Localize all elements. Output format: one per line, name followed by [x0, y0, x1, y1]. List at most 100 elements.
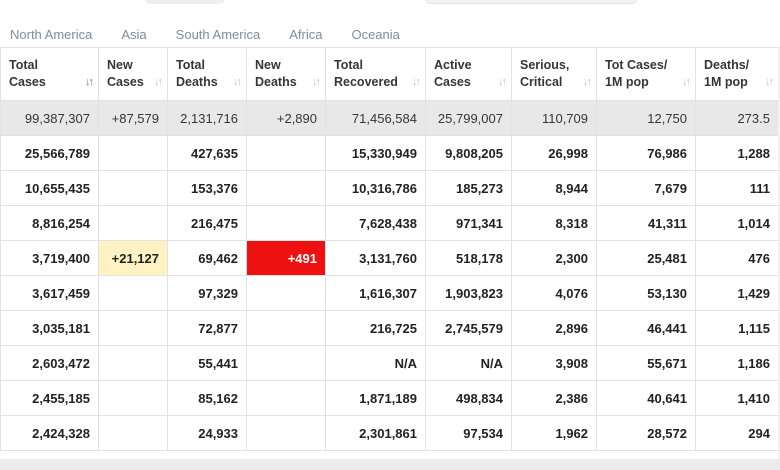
table-cell — [98, 345, 168, 381]
table-cell — [98, 205, 168, 241]
table-cell: 76,986 — [596, 135, 696, 171]
column-header[interactable]: New Deaths ↓↑ — [246, 47, 326, 101]
search-box-partial[interactable] — [425, 0, 637, 4]
table-cell: 8,944 — [511, 170, 597, 206]
table-cell: 216,725 — [325, 310, 426, 346]
sort-both-icon[interactable]: ↓↑ — [412, 74, 421, 91]
table-cell: 85,162 — [167, 380, 247, 416]
column-header-label: Active — [434, 58, 472, 72]
column-header[interactable]: Total Deaths ↓↑ — [167, 47, 247, 101]
table-cell — [246, 415, 326, 451]
table-cell: +87,579 — [98, 100, 168, 136]
table-cell: 10,316,786 — [325, 170, 426, 206]
column-header-label: Deaths/ — [704, 58, 750, 72]
table-cell — [98, 170, 168, 206]
sort-both-icon[interactable]: ↓↑ — [154, 74, 163, 91]
tab-south-america[interactable]: South America — [176, 27, 261, 42]
tab-oceania[interactable]: Oceania — [351, 27, 399, 42]
table-row: 2,455,185 85,162 1,871,189 498,834 2,386 40,6… — [0, 380, 779, 416]
table-cell: 476 — [695, 240, 779, 276]
table-cell: 518,178 — [425, 240, 512, 276]
table-cell: 3,719,400 — [0, 240, 99, 276]
table-cell: 12,750 — [596, 100, 696, 136]
continent-tabs: North America Asia South America Africa … — [0, 20, 429, 48]
table-cell: +21,127 — [98, 240, 168, 276]
table-cell — [246, 170, 326, 206]
table-cell: 69,462 — [167, 240, 247, 276]
column-header[interactable]: Serious, Critical ↓↑ — [511, 47, 597, 101]
tab-africa[interactable]: Africa — [289, 27, 322, 42]
table-cell: 7,628,438 — [325, 205, 426, 241]
table-cell: 8,318 — [511, 205, 597, 241]
table-cell — [246, 205, 326, 241]
table-cell: 97,534 — [425, 415, 512, 451]
column-header-label: Critical — [520, 75, 563, 89]
table-cell — [98, 275, 168, 311]
sort-both-icon[interactable]: ↓↑ — [312, 74, 321, 91]
tab-button-partial[interactable] — [145, 0, 225, 4]
column-header[interactable]: Active Cases ↓↑ — [425, 47, 512, 101]
sort-both-icon[interactable]: ↓↑ — [233, 74, 242, 91]
column-header-label: New — [107, 58, 133, 72]
column-header-label: New — [255, 58, 281, 72]
table-cell: 1,962 — [511, 415, 597, 451]
table-cell — [246, 345, 326, 381]
table-cell — [98, 310, 168, 346]
table-cell: 1,410 — [695, 380, 779, 416]
table-cell: 1,115 — [695, 310, 779, 346]
column-header[interactable]: Tot Cases/1M pop ↓↑ — [596, 47, 696, 101]
table-row: 2,424,328 24,933 2,301,861 97,534 1,962 28,57… — [0, 415, 779, 451]
column-header-label: Deaths — [176, 75, 218, 89]
tab-asia[interactable]: Asia — [121, 27, 146, 42]
column-header[interactable]: Total Recovered ↓↑ — [325, 47, 426, 101]
table-cell: 1,014 — [695, 205, 779, 241]
sort-desc-icon[interactable]: ↓↑ — [85, 74, 94, 91]
table-cell: +2,890 — [246, 100, 326, 136]
table-cell: +491 — [246, 240, 326, 276]
column-header-label: Cases — [9, 75, 46, 89]
table-cell: 185,273 — [425, 170, 512, 206]
column-header-label: Total — [334, 58, 363, 72]
table-cell: 26,998 — [511, 135, 597, 171]
table-cell — [246, 275, 326, 311]
column-header[interactable]: New Cases ↓↑ — [98, 47, 168, 101]
table-body: 99,387,307 +87,579 2,131,716 +2,890 71,456,5… — [0, 100, 779, 451]
table-cell: 72,877 — [167, 310, 247, 346]
column-header[interactable]: Total Cases ↓↑ — [0, 47, 99, 101]
table-cell: 55,441 — [167, 345, 247, 381]
table-row: 25,566,789 427,635 15,330,949 9,808,205 26,9… — [0, 135, 779, 171]
table-row: 8,816,254 216,475 7,628,438 971,341 8,318 41,… — [0, 205, 779, 241]
table-cell: 2,603,472 — [0, 345, 99, 381]
table-cell: 294 — [695, 415, 779, 451]
table-header-row: Total Cases ↓↑ New Cases ↓↑ Total Deaths ↓↑ New De… — [0, 47, 779, 101]
column-header[interactable]: Deaths/1M pop ↓↑ — [695, 47, 779, 101]
column-header-label: Recovered — [334, 75, 398, 89]
table-cell: 9,808,205 — [425, 135, 512, 171]
sort-both-icon[interactable]: ↓↑ — [682, 74, 691, 91]
table-cell: 8,816,254 — [0, 205, 99, 241]
table-cell: 41,311 — [596, 205, 696, 241]
sort-both-icon[interactable]: ↓↑ — [765, 74, 774, 91]
column-header-label: Total — [9, 58, 38, 72]
horizontal-scrollbar[interactable] — [0, 459, 780, 470]
table-cell: 4,076 — [511, 275, 597, 311]
column-header-label: Cases — [107, 75, 144, 89]
table-cell: N/A — [425, 345, 512, 381]
table-cell: 53,130 — [596, 275, 696, 311]
sort-both-icon[interactable]: ↓↑ — [498, 74, 507, 91]
table-cell: 99,387,307 — [0, 100, 99, 136]
column-header-label: Total — [176, 58, 205, 72]
table-row: 2,603,472 55,441 N/A N/A 3,908 55,671 1,186 — [0, 345, 779, 381]
tab-north-america[interactable]: North America — [10, 27, 92, 42]
table-cell: 97,329 — [167, 275, 247, 311]
table-cell: 111 — [695, 170, 779, 206]
column-header-label: Cases — [434, 75, 471, 89]
table-cell: 427,635 — [167, 135, 247, 171]
column-header-label: Tot Cases/ — [605, 58, 668, 72]
table-cell: 3,617,459 — [0, 275, 99, 311]
table-cell: 24,933 — [167, 415, 247, 451]
table-cell: 110,709 — [511, 100, 597, 136]
sort-both-icon[interactable]: ↓↑ — [583, 74, 592, 91]
table-cell: 153,376 — [167, 170, 247, 206]
table-cell: 28,572 — [596, 415, 696, 451]
